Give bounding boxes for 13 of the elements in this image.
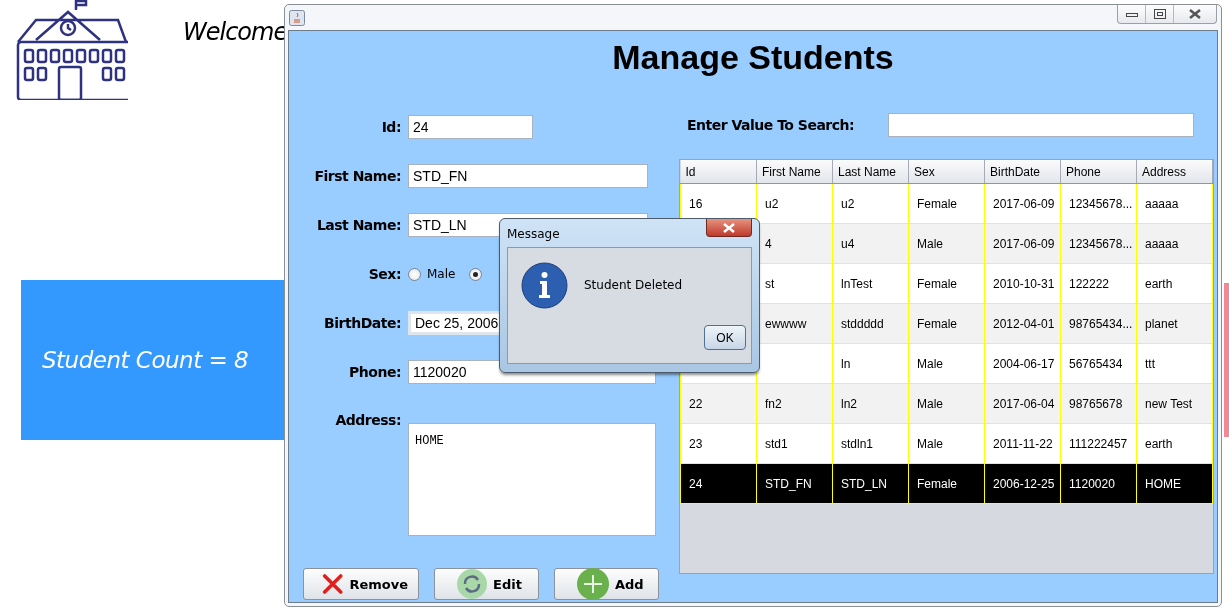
dialog-message: Student Deleted — [584, 278, 683, 292]
page-heading: Manage Students — [611, 38, 895, 78]
field-label: First Name: — [313, 168, 401, 184]
field-label: Last Name: — [315, 217, 401, 233]
field-label: Sex: — [367, 266, 401, 282]
search-label: Enter Value To Search: — [687, 117, 856, 133]
field-label: BirthDate: — [323, 315, 401, 331]
field-label: Id: — [380, 119, 401, 135]
field-label: Address: — [334, 412, 401, 428]
welcome-text: Welcome — [183, 18, 288, 46]
student-count: Student Count = 8 — [42, 347, 249, 373]
dialog-title: Message — [507, 227, 560, 241]
field-label: Phone: — [348, 364, 401, 380]
